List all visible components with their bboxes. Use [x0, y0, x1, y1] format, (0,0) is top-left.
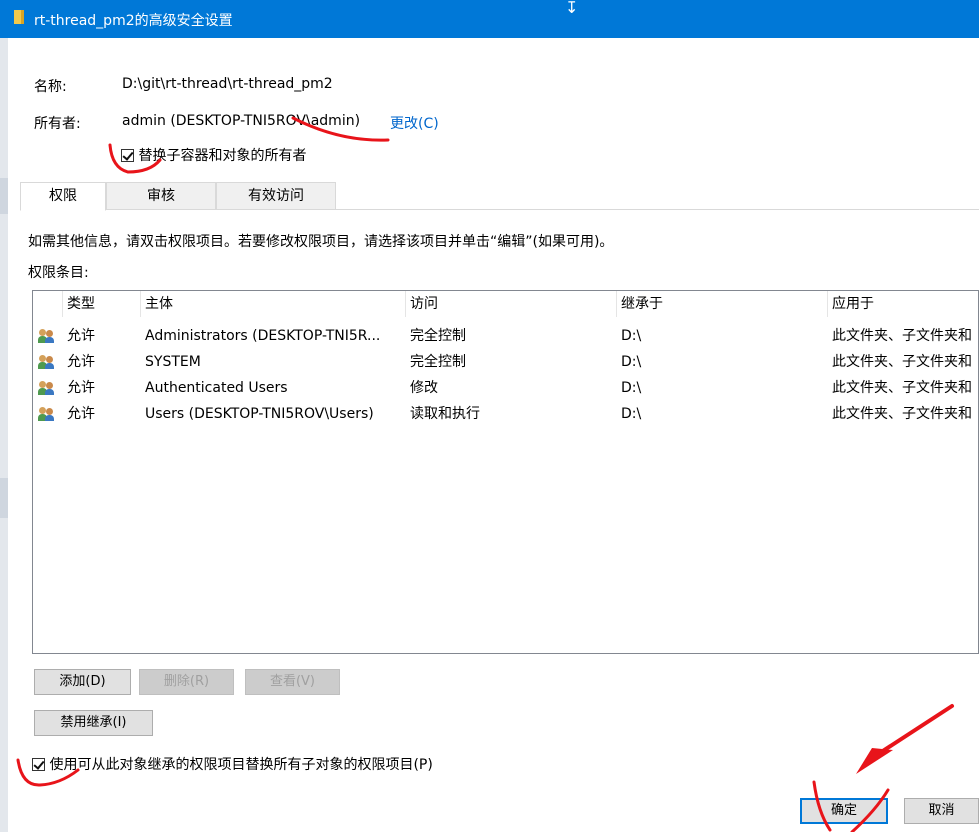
name-label: 名称:: [34, 79, 67, 95]
cell-access: 读取和执行: [410, 406, 480, 422]
remove-button[interactable]: 删除(R): [139, 669, 234, 695]
tab-permissions[interactable]: 权限: [20, 182, 106, 211]
permission-entries-list[interactable]: 类型 主体 访问 继承于 应用于 允许 Administrators (DESK…: [32, 290, 979, 654]
table-row[interactable]: 允许 Authenticated Users 修改 D:\ 此文件夹、子文件夹和: [33, 375, 978, 401]
column-principal[interactable]: 主体: [141, 291, 406, 317]
cell-applies: 此文件夹、子文件夹和: [832, 354, 972, 370]
tab-auditing[interactable]: 审核: [106, 182, 216, 210]
name-value: D:\git\rt-thread\rt-thread_pm2: [122, 76, 333, 92]
change-owner-link[interactable]: 更改(C): [390, 113, 439, 133]
column-inherited[interactable]: 继承于: [617, 291, 828, 317]
replace-child-permissions-label: 使用可从此对象继承的权限项目替换所有子对象的权限项目(P): [49, 757, 433, 773]
tab-divider: [20, 209, 979, 210]
owner-label: 所有者:: [34, 116, 81, 132]
cancel-button[interactable]: 取消: [904, 798, 979, 824]
column-type[interactable]: 类型: [63, 291, 141, 317]
checkbox-checked-icon: [32, 757, 45, 771]
cell-inherited: D:\: [621, 406, 642, 422]
cell-inherited: D:\: [621, 328, 642, 344]
cell-type: 允许: [67, 354, 95, 370]
cell-access: 完全控制: [410, 328, 466, 344]
tab-effective-access[interactable]: 有效访问: [216, 182, 336, 210]
cell-applies: 此文件夹、子文件夹和: [832, 328, 972, 344]
cell-applies: 此文件夹、子文件夹和: [832, 406, 972, 422]
cell-principal: Administrators (DESKTOP-TNI5R...: [145, 328, 381, 344]
background-mark: [0, 178, 8, 214]
cell-access: 修改: [410, 380, 438, 396]
replace-owner-label: 替换子容器和对象的所有者: [138, 148, 307, 164]
background-window-strip: [0, 38, 8, 832]
cell-type: 允许: [67, 380, 95, 396]
view-button[interactable]: 查看(V): [245, 669, 340, 695]
table-row[interactable]: 允许 SYSTEM 完全控制 D:\ 此文件夹、子文件夹和: [33, 349, 978, 375]
add-button[interactable]: 添加(D): [34, 669, 131, 695]
cell-inherited: D:\: [621, 380, 642, 396]
cell-applies: 此文件夹、子文件夹和: [832, 380, 972, 396]
users-icon: [38, 355, 56, 369]
entries-label: 权限条目:: [28, 265, 89, 281]
window-title: rt-thread_pm2的高级安全设置: [34, 13, 233, 29]
cell-principal: SYSTEM: [145, 354, 201, 370]
cell-access: 完全控制: [410, 354, 466, 370]
cell-type: 允许: [67, 328, 95, 344]
checkbox-checked-icon: [121, 148, 134, 162]
background-mark: [0, 478, 8, 518]
advanced-security-dialog: 名称: D:\git\rt-thread\rt-thread_pm2 所有者: …: [8, 38, 979, 832]
column-applies[interactable]: 应用于: [828, 291, 978, 317]
ok-button[interactable]: 确定: [800, 798, 888, 824]
owner-value: admin (DESKTOP-TNI5ROV\admin): [122, 113, 361, 129]
cell-type: 允许: [67, 406, 95, 422]
cell-principal: Users (DESKTOP-TNI5ROV\Users): [145, 406, 374, 422]
cell-principal: Authenticated Users: [145, 380, 288, 396]
info-text: 如需其他信息，请双击权限项目。若要修改权限项目，请选择该项目并单击“编辑”(如果…: [28, 234, 614, 250]
users-icon: [38, 381, 56, 395]
users-icon: [38, 329, 56, 343]
text-cursor-icon: ↧: [565, 0, 579, 17]
title-bar[interactable]: rt-thread_pm2的高级安全设置 ↧: [0, 0, 979, 38]
replace-owner-checkbox[interactable]: 替换子容器和对象的所有者: [121, 145, 306, 165]
cell-inherited: D:\: [621, 354, 642, 370]
disable-inheritance-button[interactable]: 禁用继承(I): [34, 710, 153, 736]
replace-child-permissions-checkbox[interactable]: 使用可从此对象继承的权限项目替换所有子对象的权限项目(P): [32, 754, 433, 774]
column-icon: [33, 291, 63, 317]
users-icon: [38, 407, 56, 421]
list-header: 类型 主体 访问 继承于 应用于: [33, 291, 978, 317]
table-row[interactable]: 允许 Administrators (DESKTOP-TNI5R... 完全控制…: [33, 323, 978, 349]
column-access[interactable]: 访问: [406, 291, 617, 317]
table-row[interactable]: 允许 Users (DESKTOP-TNI5ROV\Users) 读取和执行 D…: [33, 401, 978, 427]
folder-icon: [14, 10, 24, 24]
